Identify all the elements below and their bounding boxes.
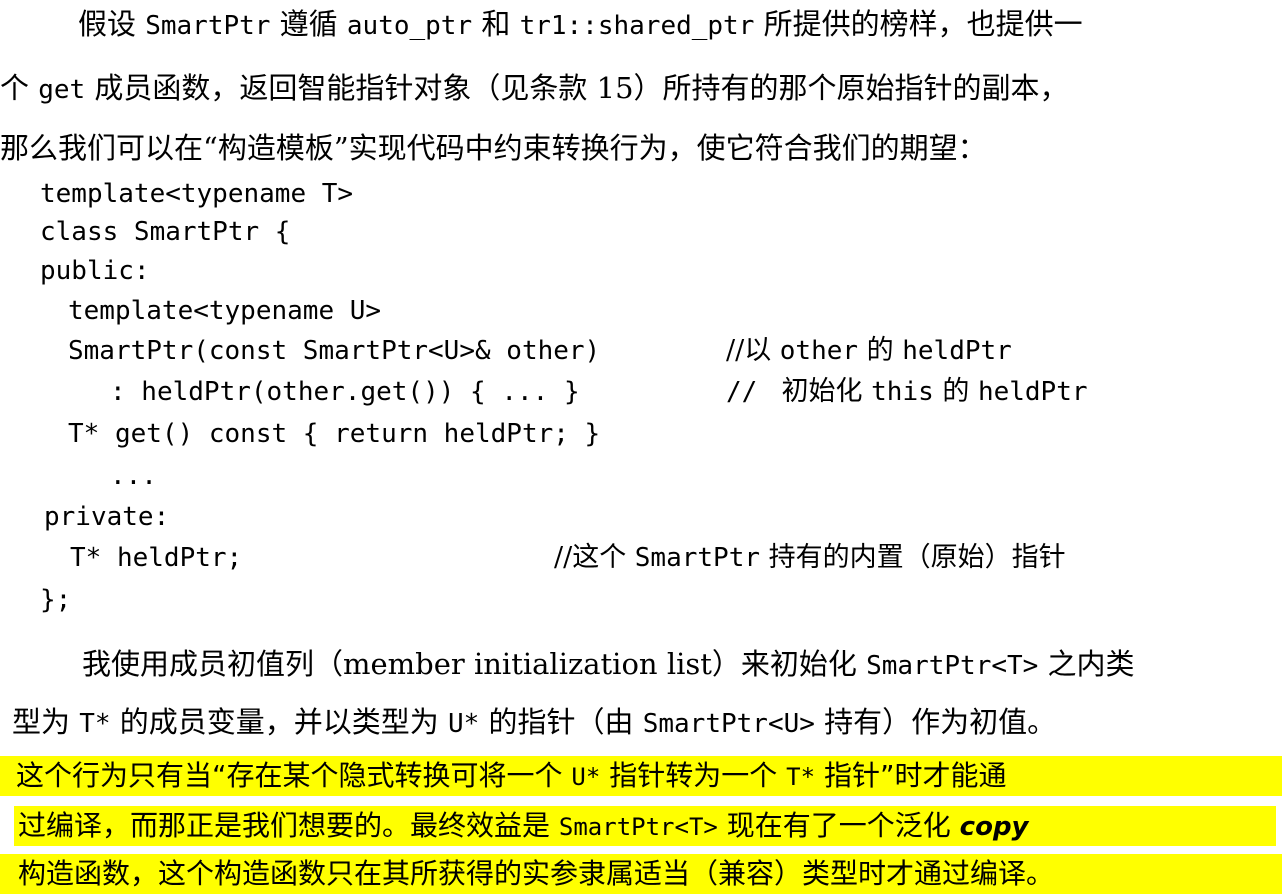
para1-line2: 个 get 成员函数，返回智能指针对象（见条款 15）所持有的那个原始指针的副本…: [0, 68, 1069, 108]
code-comment-10: //这个 SmartPtr 持有的内置（原始）指针: [554, 538, 1066, 578]
code-term: U*: [571, 763, 601, 791]
code-comment-5: //以 other 的 heldPtr: [726, 331, 1012, 371]
text-span: 的成员变量，并以类型为: [110, 705, 448, 739]
code-line-2: class SmartPtr {: [40, 217, 291, 247]
comment-code: other: [779, 336, 859, 366]
comment-text: //这个: [554, 542, 635, 573]
code-term: T*: [786, 763, 816, 791]
book-page: 假设 SmartPtr 遵循 auto_ptr 和 tr1::shared_pt…: [0, 0, 1282, 894]
text-span: 持有）作为初值。: [814, 705, 1057, 739]
text-span: 假设: [78, 7, 146, 41]
text-span: 指针”时才能通: [815, 759, 1007, 792]
code-line-8: ...: [110, 461, 157, 491]
comment-text: 的: [858, 335, 903, 366]
code-line-6: : heldPtr(other.get()) { ... }: [110, 377, 580, 407]
text-span: 我使用成员初值列（member initialization list）来初始化: [82, 647, 867, 681]
text-span: 个: [0, 71, 39, 105]
code-line-9: private:: [44, 502, 170, 532]
code-term: SmartPtr<T>: [558, 813, 718, 841]
code-term: SmartPtr: [145, 11, 271, 41]
comment-text: 持有的内置（原始）指针: [760, 542, 1066, 573]
text-span: 和: [472, 7, 520, 41]
code-line-3: public:: [40, 256, 150, 286]
code-term: SmartPtr<U>: [642, 709, 815, 739]
text-span: 指针转为一个: [600, 759, 787, 792]
emphasis-term: copy: [959, 812, 1029, 842]
code-term: U*: [447, 709, 480, 739]
comment-text: //以: [726, 335, 780, 366]
code-line-10: T* heldPtr;: [70, 543, 243, 573]
code-term: get: [38, 75, 86, 105]
code-line-1: template<typename T>: [40, 179, 354, 209]
para2-line4: 过编译，而那正是我们想要的。最终效益是 SmartPtr<T> 现在有了一个泛化…: [18, 806, 1029, 846]
code-term: T*: [79, 709, 111, 739]
para2-line5: 构造函数，这个构造函数只在其所获得的实参隶属适当（兼容）类型时才通过编译。: [18, 857, 1055, 890]
comment-code: //: [726, 377, 773, 407]
code-line-7: T* get() const { return heldPtr; }: [68, 419, 601, 449]
code-line-11: };: [40, 585, 72, 615]
para2-line1: 我使用成员初值列（member initialization list）来初始化…: [82, 644, 1135, 684]
text-span: 现在有了一个泛化: [717, 809, 960, 842]
text-span: 的指针（由: [479, 705, 643, 739]
text-span: 成员函数，返回智能指针对象（见条款 15）所持有的那个原始指针的副本，: [85, 71, 1069, 105]
comment-code: heldPtr: [977, 377, 1088, 407]
code-term: tr1::shared_ptr: [519, 11, 755, 41]
code-comment-6: // 初始化 this 的 heldPtr: [726, 372, 1088, 412]
code-term: SmartPtr<T>: [866, 651, 1039, 681]
text-span: 遵循: [270, 7, 347, 41]
para1-line1: 假设 SmartPtr 遵循 auto_ptr 和 tr1::shared_pt…: [78, 4, 1083, 44]
comment-text: 初始化: [772, 376, 872, 407]
comment-text: 的: [933, 376, 978, 407]
text-span: 这个行为只有当“存在某个隐式转换可将一个: [16, 759, 572, 792]
code-line-5: SmartPtr(const SmartPtr<U>& other): [68, 336, 601, 366]
comment-code: heldPtr: [902, 336, 1012, 366]
code-term: auto_ptr: [346, 11, 473, 41]
comment-code: SmartPtr: [634, 543, 761, 573]
para2-line3: 这个行为只有当“存在某个隐式转换可将一个 U* 指针转为一个 T* 指针”时才能…: [16, 756, 1006, 796]
code-line-4: template<typename U>: [68, 296, 382, 326]
text-span: 之内类: [1038, 647, 1135, 681]
text-span: 型为: [12, 705, 80, 739]
text-span: 过编译，而那正是我们想要的。最终效益是: [18, 809, 559, 842]
text-span: 所提供的榜样，也提供一: [754, 7, 1083, 41]
comment-code: this: [871, 377, 934, 407]
para2-line2: 型为 T* 的成员变量，并以类型为 U* 的指针（由 SmartPtr<U> 持…: [12, 702, 1056, 742]
para1-line3: 那么我们可以在“构造模板”实现代码中约束转换行为，使它符合我们的期望：: [0, 131, 987, 165]
